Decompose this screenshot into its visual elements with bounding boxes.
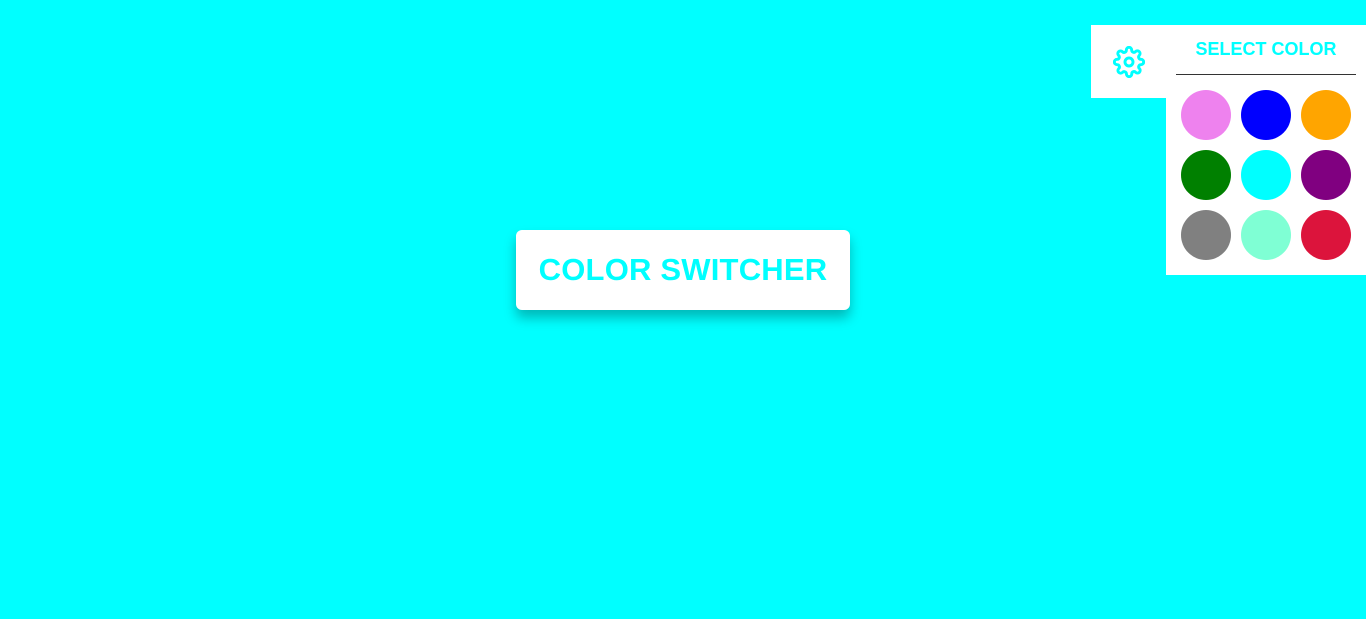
color-swatch-blue[interactable]: [1241, 90, 1291, 140]
panel-title: SELECT COLOR: [1176, 25, 1356, 75]
color-swatch-crimson[interactable]: [1301, 210, 1351, 260]
title-card: COLOR SWITCHER: [516, 230, 850, 310]
color-swatch-aquamarine[interactable]: [1241, 210, 1291, 260]
color-swatch-violet[interactable]: [1181, 90, 1231, 140]
page-title: COLOR SWITCHER: [538, 252, 828, 287]
color-picker-panel: SELECT COLOR: [1166, 25, 1366, 275]
color-swatch-orange[interactable]: [1301, 90, 1351, 140]
color-swatch-cyan[interactable]: [1241, 150, 1291, 200]
settings-toggle-button[interactable]: [1091, 25, 1166, 98]
color-swatch-purple[interactable]: [1301, 150, 1351, 200]
color-swatch-green[interactable]: [1181, 150, 1231, 200]
gear-icon: [1112, 45, 1145, 78]
color-swatch-gray[interactable]: [1181, 210, 1231, 260]
color-swatch-grid: [1181, 90, 1351, 260]
